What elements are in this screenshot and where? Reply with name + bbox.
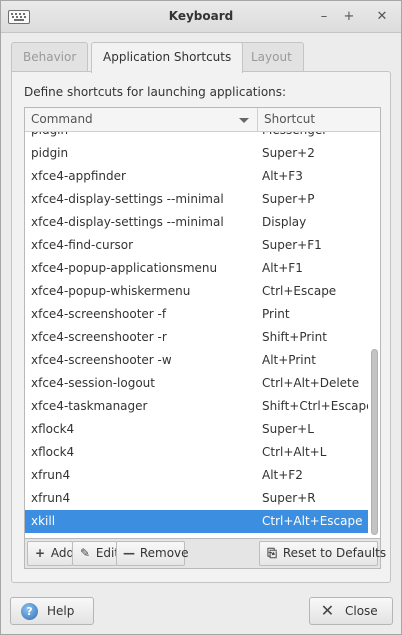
help-icon: ?	[21, 603, 38, 620]
add-label: Add	[50, 546, 75, 560]
table-row[interactable]: xfce4-taskmanager Shift+Ctrl+Escape	[25, 395, 368, 418]
shortcut-cell: Alt+F3	[262, 169, 303, 183]
column-header-shortcut[interactable]: Shortcut	[259, 108, 380, 132]
tab-layout[interactable]: Layout	[239, 42, 304, 72]
table-header: Command Shortcut	[25, 108, 380, 132]
shortcut-cell: Shift+Print	[262, 330, 327, 344]
close-window-button[interactable]: ✕	[373, 8, 391, 26]
shortcuts-table: Command Shortcut pidgin Messenger pidgin S…	[24, 107, 381, 539]
table-row[interactable]: xfrun4 Super+R	[25, 487, 368, 510]
table-row[interactable]: xfce4-popup-whiskermenu Ctrl+Escape	[25, 280, 368, 303]
reset-icon: ⎘	[267, 546, 277, 560]
command-cell: xflock4	[31, 422, 75, 436]
shortcut-cell: Print	[262, 307, 290, 321]
command-cell: xfce4-taskmanager	[31, 399, 148, 413]
command-cell: xfce4-screenshooter -r	[31, 330, 167, 344]
table-row[interactable]: xfrun4 Alt+F2	[25, 464, 368, 487]
add-button[interactable]: + Add	[27, 541, 75, 566]
remove-label: Remove	[139, 546, 189, 560]
table-row[interactable]: xflock4 Ctrl+Alt+L	[25, 441, 368, 464]
command-cell: xfce4-appfinder	[31, 169, 126, 183]
command-cell: xfrun4	[31, 468, 71, 482]
keyboard-settings-window: Keyboard – + ✕ Behavior Application Shor…	[0, 0, 402, 635]
close-label: Close	[345, 604, 378, 618]
command-cell: xfce4-popup-whiskermenu	[31, 284, 191, 298]
table-row[interactable]: xfce4-display-settings --minimal Display	[25, 211, 368, 234]
command-cell: xfce4-session-logout	[31, 376, 155, 390]
table-row[interactable]: xfce4-appfinder Alt+F3	[25, 165, 368, 188]
tab-behavior[interactable]: Behavior	[11, 42, 89, 72]
reset-label: Reset to Defaults	[282, 546, 387, 560]
command-cell: xfce4-screenshooter -f	[31, 307, 167, 321]
sort-descending-icon	[239, 118, 249, 123]
table-row[interactable]: pidgin Messenger	[25, 132, 368, 142]
command-cell: xfce4-display-settings --minimal	[31, 192, 224, 206]
table-row[interactable]: xfce4-display-settings --minimal Super+P	[25, 188, 368, 211]
table-body: pidgin Messenger pidgin Super+2 xfce4-appf…	[25, 132, 368, 538]
help-label: Help	[47, 604, 75, 618]
tab-bar: Behavior Application Shortcuts Layout	[11, 42, 391, 73]
close-button[interactable]: ✕ Close	[309, 597, 393, 625]
shortcut-cell: Alt+F2	[262, 468, 303, 482]
command-cell: xfce4-screenshooter -w	[31, 353, 172, 367]
minimize-button[interactable]: –	[315, 8, 333, 26]
shortcuts-panel: Define shortcuts for launching applicati…	[11, 71, 391, 583]
tab-application-shortcuts[interactable]: Application Shortcuts	[91, 42, 244, 73]
shortcut-cell: Super+L	[262, 422, 314, 436]
shortcut-cell: Shift+Ctrl+Escape	[262, 399, 368, 413]
table-row[interactable]: xfce4-find-cursor Super+F1	[25, 234, 368, 257]
command-cell: xkill	[31, 514, 56, 528]
vertical-scrollbar[interactable]	[368, 132, 380, 538]
plus-icon: +	[34, 546, 46, 560]
shortcut-cell: Ctrl+Alt+Delete	[262, 376, 360, 390]
command-cell: xflock4	[31, 445, 75, 459]
shortcut-cell: Ctrl+Alt+L	[262, 445, 327, 459]
shortcut-cell: Super+R	[262, 491, 316, 505]
pencil-icon: ✎	[79, 546, 91, 560]
shortcut-cell: Alt+Print	[262, 353, 316, 367]
table-row[interactable]: xflock4 Super+L	[25, 418, 368, 441]
command-cell: xfrun4	[31, 491, 71, 505]
table-row[interactable]: xfce4-popup-applicationsmenu Alt+F1	[25, 257, 368, 280]
help-button[interactable]: ? Help	[10, 597, 94, 625]
shortcut-cell: Messenger	[262, 132, 327, 142]
table-row[interactable]: xfce4-screenshooter -r Shift+Print	[25, 326, 368, 349]
table-row[interactable]: xfce4-session-logout Ctrl+Alt+Delete	[25, 372, 368, 395]
column-command-label: Command	[31, 112, 93, 126]
shortcut-cell: Super+P	[262, 192, 315, 206]
shortcut-cell: Display	[262, 215, 307, 229]
panel-description: Define shortcuts for launching applicati…	[24, 85, 287, 99]
edit-button[interactable]: ✎ Edit	[72, 541, 119, 566]
close-icon: ✕	[320, 601, 335, 620]
shortcut-cell: Alt+F1	[262, 261, 303, 275]
remove-button[interactable]: — Remove	[116, 541, 189, 566]
shortcut-cell: Ctrl+Alt+Escape	[262, 514, 363, 528]
table-row[interactable]: xfce4-screenshooter -w Alt+Print	[25, 349, 368, 372]
table-row[interactable]: xfce4-screenshooter -f Print	[25, 303, 368, 326]
command-cell: xfce4-find-cursor	[31, 238, 134, 252]
shortcuts-toolbar: + Add ✎ Edit — Remove ⎘ Reset to Default…	[24, 539, 386, 569]
shortcut-cell: Super+2	[262, 146, 315, 160]
maximize-button[interactable]: +	[340, 8, 358, 26]
command-cell: pidgin	[31, 146, 69, 160]
shortcut-cell: Ctrl+Escape	[262, 284, 337, 298]
command-cell: pidgin	[31, 132, 68, 142]
table-row[interactable]: pidgin Super+2	[25, 142, 368, 165]
command-cell: xfce4-display-settings --minimal	[31, 215, 224, 229]
command-cell: xfce4-popup-applicationsmenu	[31, 261, 218, 275]
shortcut-cell: Super+F1	[262, 238, 322, 252]
table-row-selected[interactable]: xkill Ctrl+Alt+Escape	[25, 510, 368, 533]
minus-icon: —	[123, 546, 135, 560]
column-header-command[interactable]: Command	[25, 108, 258, 132]
reset-to-defaults-button[interactable]: ⎘ Reset to Defaults	[259, 541, 386, 566]
titlebar: Keyboard – + ✕	[1, 1, 401, 33]
scrollbar-thumb[interactable]	[371, 349, 378, 535]
